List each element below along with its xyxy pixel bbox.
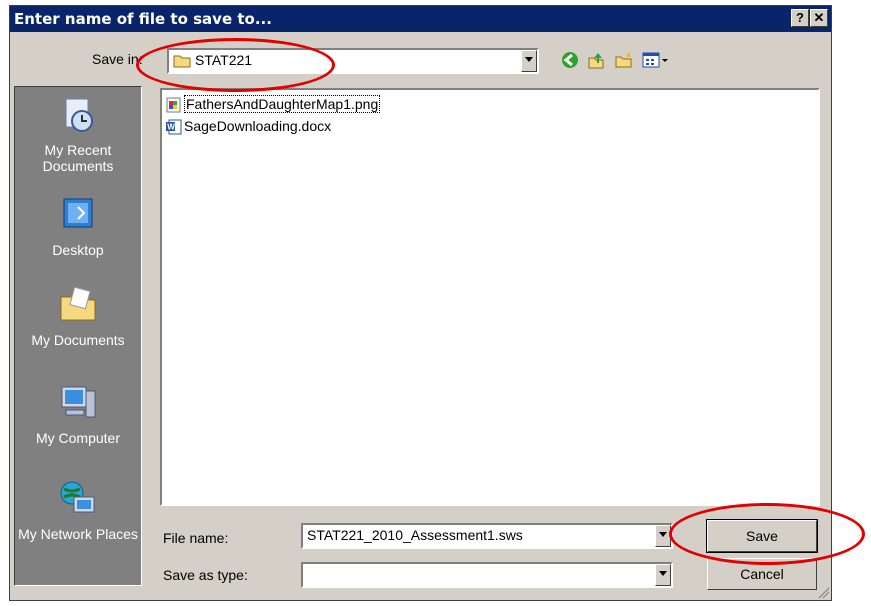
- places-network-places[interactable]: My Network Places: [15, 479, 141, 542]
- desktop-icon: [63, 198, 93, 228]
- title-bar: Enter name of file to save to... ? ✕: [10, 6, 831, 32]
- places-bar: My Recent Documents Desktop My Documents…: [14, 86, 142, 586]
- file-name: SageDownloading.docx: [184, 118, 332, 134]
- word-file-icon: W: [166, 119, 182, 135]
- png-file-icon: [166, 97, 181, 113]
- annotation-ellipse-save-button: [669, 503, 865, 565]
- my-computer-icon: [61, 386, 96, 418]
- resize-grip[interactable]: [817, 586, 829, 598]
- new-folder-icon[interactable]: [613, 50, 635, 72]
- file-name-value: STAT221_2010_Assessment1.sws: [307, 527, 523, 543]
- svg-text:W: W: [167, 123, 175, 132]
- places-desktop[interactable]: Desktop: [15, 195, 141, 258]
- places-label: Desktop: [52, 242, 104, 258]
- views-menu-icon[interactable]: [640, 50, 670, 72]
- places-my-documents[interactable]: My Documents: [15, 285, 141, 348]
- places-my-computer[interactable]: My Computer: [15, 383, 141, 446]
- save-as-type-dropdown-button[interactable]: [655, 564, 671, 586]
- file-name-label: File name:: [163, 530, 229, 546]
- help-button[interactable]: ?: [791, 9, 809, 27]
- recent-documents-icon: [65, 98, 93, 132]
- back-icon[interactable]: [559, 50, 581, 72]
- places-recent-documents[interactable]: My Recent Documents: [15, 95, 141, 174]
- save-as-type-label: Save as type:: [163, 567, 248, 583]
- file-list[interactable]: FathersAndDaughterMap1.png W SageDownload…: [160, 88, 820, 506]
- save-in-label: Save in:: [92, 51, 143, 67]
- dialog-title: Enter name of file to save to...: [14, 10, 272, 28]
- places-label: My Recent Documents: [42, 142, 114, 174]
- my-documents-icon: [60, 286, 96, 321]
- file-name-field[interactable]: STAT221_2010_Assessment1.sws: [301, 523, 673, 549]
- save-as-type-dropdown[interactable]: [301, 562, 673, 588]
- file-item[interactable]: FathersAndDaughterMap1.png: [166, 95, 381, 116]
- network-places-icon: [60, 481, 95, 513]
- close-button[interactable]: ✕: [810, 9, 828, 27]
- up-folder-icon[interactable]: [585, 50, 607, 72]
- places-label: My Network Places: [18, 526, 138, 542]
- file-item[interactable]: W SageDownloading.docx: [166, 118, 331, 138]
- file-name: FathersAndDaughterMap1.png: [184, 95, 381, 113]
- places-label: My Computer: [35, 430, 121, 446]
- save-in-dropdown-button[interactable]: [521, 50, 537, 72]
- annotation-ellipse-save-in: [136, 38, 335, 92]
- places-label: My Documents: [31, 332, 125, 348]
